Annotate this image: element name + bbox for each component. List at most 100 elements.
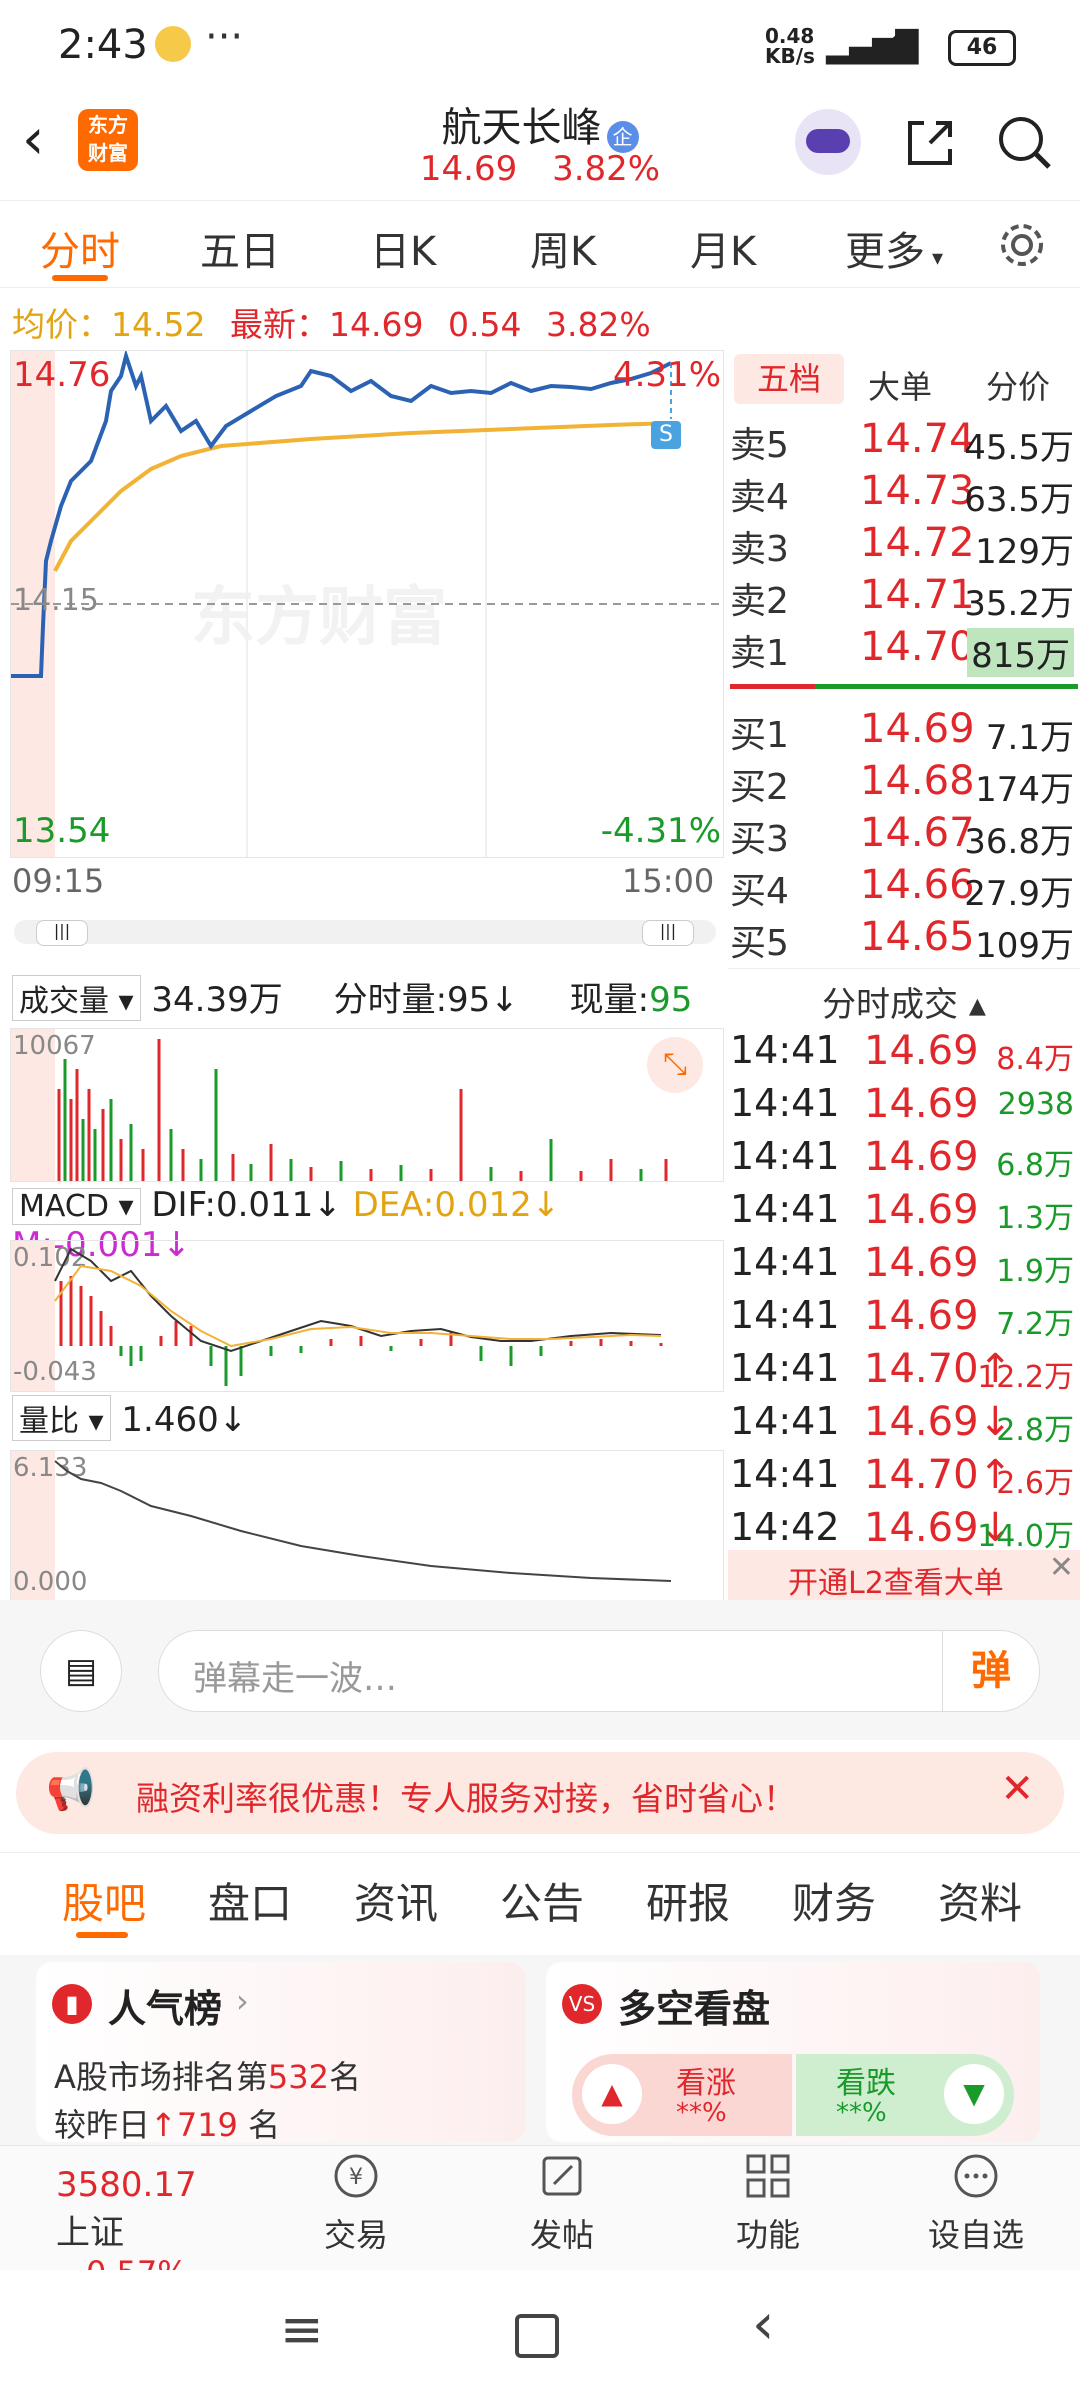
grid-icon: [746, 2154, 790, 2198]
macd-dif: DIF:0.011: [151, 1185, 314, 1225]
assistant-avatar[interactable]: [795, 109, 861, 175]
danmu-settings-icon[interactable]: ▤: [40, 1630, 122, 1712]
tick-row: 14:41 14.70↑ 12.2万: [730, 1346, 1074, 1395]
macd-header: MACD ▾ DIF:0.011↓ DEA:0.012↓ M:-0.001↓: [12, 1185, 561, 1265]
tab-active-indicator: [52, 275, 108, 281]
ratio-chart[interactable]: 6.133 0.000: [10, 1450, 724, 1602]
promo-close-icon[interactable]: ✕: [1000, 1766, 1034, 1812]
svg-text:¥: ¥: [349, 2165, 363, 2190]
bullish-button[interactable]: ▲ 看涨 **%: [572, 2054, 792, 2136]
tab-news[interactable]: 资讯: [354, 1870, 438, 1931]
index-name: 上证: [56, 2213, 124, 2253]
macd-chart[interactable]: 0.102 -0.043: [10, 1240, 724, 1392]
buy-level-5[interactable]: 买5 14.65 109万: [730, 914, 1080, 966]
tab-five-levels[interactable]: 五档: [734, 354, 844, 404]
net-speed: 0.48 KB/s: [765, 24, 815, 68]
ratio-value: 1.460: [121, 1400, 219, 1440]
range-handle-right[interactable]: |||: [642, 920, 694, 946]
share-icon[interactable]: [900, 113, 960, 173]
avg-price: 14.52: [111, 305, 206, 344]
trade-icon: ¥: [334, 2154, 378, 2198]
tab-research[interactable]: 研报: [646, 1870, 730, 1931]
tick-row: 14:41 14.69↓ 2.8万: [730, 1399, 1074, 1448]
settings-icon[interactable]: [996, 219, 1048, 271]
intraday-price-chart[interactable]: 东方财富 S 14.76 4.31% 14.15 13.54 -4.31%: [10, 350, 724, 858]
tick-row: 14:41 14.69 2938: [730, 1081, 1074, 1127]
tab-five-day[interactable]: 五日: [200, 219, 280, 277]
buy-level-1[interactable]: 买1 14.69 7.1万: [730, 706, 1080, 758]
menu-icon[interactable]: ≡: [280, 2300, 324, 2360]
ticks-title[interactable]: 分时成交 ▴: [728, 969, 1080, 1026]
price-info-line: 均价：14.52 最新：14.69 0.54 3.82%: [12, 305, 651, 344]
orderbook-tabs: 五档 大单 分价: [728, 350, 1080, 410]
tab-finance[interactable]: 财务: [792, 1870, 876, 1931]
macd-dea: DEA:0.012: [352, 1185, 532, 1225]
home-icon[interactable]: [515, 2314, 559, 2358]
range-slider[interactable]: ||| |||: [14, 920, 716, 946]
latest-change: 0.54: [447, 305, 522, 344]
buy-level-2[interactable]: 买2 14.68 174万: [730, 758, 1080, 810]
sell-level-5[interactable]: 卖5 14.74 45.5万: [730, 416, 1080, 468]
status-time: 2:43: [58, 22, 148, 68]
price-line: [11, 351, 672, 678]
tab-profile[interactable]: 资料: [938, 1870, 1022, 1931]
tab-big-orders[interactable]: 大单: [868, 362, 932, 408]
tab-price-distribution[interactable]: 分价: [986, 362, 1050, 408]
macd-indicator-select[interactable]: MACD ▾: [12, 1188, 141, 1225]
sell-level-4[interactable]: 卖4 14.73 63.5万: [730, 468, 1080, 520]
longshort-title: 多空看盘: [618, 1987, 771, 2031]
range-handle-left[interactable]: |||: [36, 920, 88, 946]
time-end: 15:00: [622, 862, 715, 900]
volume-total: 34.39万: [151, 980, 283, 1020]
ratio-indicator-select[interactable]: 量比 ▾: [12, 1395, 111, 1441]
tick-row: 14:41 14.69 1.3万: [730, 1187, 1074, 1236]
nav-functions[interactable]: 功能: [698, 2150, 838, 2256]
tab-pankou[interactable]: 盘口: [208, 1870, 292, 1931]
danmu-input[interactable]: 弹幕走一波… 弹: [158, 1630, 1040, 1712]
index-value: 3580.17: [56, 2165, 197, 2205]
system-back-icon[interactable]: ‹: [752, 2292, 774, 2357]
macd-lines: [54, 1247, 663, 1386]
tab-guba[interactable]: 股吧: [62, 1870, 146, 1931]
nav-trade[interactable]: ¥ 交易: [286, 2150, 426, 2256]
y-axis-high-pct: 4.31%: [612, 355, 721, 395]
battery-icon: 46: [948, 30, 1016, 66]
sell-level-3[interactable]: 卖3 14.72 129万: [730, 520, 1080, 572]
volume-chart[interactable]: 10067 ⤡: [10, 1028, 724, 1182]
sell-level-2[interactable]: 卖2 14.71 35.2万: [730, 572, 1080, 624]
current-volume: 95: [649, 980, 693, 1020]
popularity-card[interactable]: ▮ 人气榜 › A股市场排名第532名 较昨日↑719 名: [36, 1962, 526, 2144]
search-icon[interactable]: [995, 113, 1055, 173]
promo-banner[interactable]: 📢 融资利率很优惠！专人服务对接，省时省心！ ✕: [16, 1752, 1064, 1834]
nav-post[interactable]: 发帖: [492, 2150, 632, 2256]
triangle-up-icon: ▲: [582, 2064, 642, 2124]
tab-weekly-k[interactable]: 周K: [530, 219, 596, 277]
tab-monthly-k[interactable]: 月K: [690, 219, 756, 277]
sell-signal-marker[interactable]: S: [651, 421, 681, 449]
volume-indicator-select[interactable]: 成交量 ▾: [12, 975, 141, 1021]
close-icon[interactable]: ✕: [1049, 1550, 1074, 1585]
tick-row: 14:41 14.69 6.8万: [730, 1134, 1074, 1183]
tab-intraday[interactable]: 分时: [40, 219, 120, 277]
bearish-button[interactable]: 看跌 **% ▼: [796, 2054, 1014, 2136]
tab-announcement[interactable]: 公告: [500, 1870, 584, 1931]
buy-level-4[interactable]: 买4 14.66 27.9万: [730, 862, 1080, 914]
l2-banner[interactable]: 开通L2查看大单 ✕: [728, 1550, 1080, 1601]
latest-price: 14.69: [328, 305, 424, 344]
time-start: 09:15: [12, 862, 105, 900]
more-dots-icon: [954, 2154, 998, 2198]
tab-daily-k[interactable]: 日K: [370, 219, 436, 277]
volume-header: 成交量 ▾ 34.39万 分时量:95↓ 现量:95: [12, 972, 720, 1022]
promo-text: 融资利率很优惠！专人服务对接，省时省心！: [136, 1779, 796, 1818]
tab-more[interactable]: 更多 ▾: [845, 219, 943, 277]
price-chart-svg: [11, 351, 723, 857]
danmu-send-button[interactable]: 弹: [942, 1631, 1039, 1711]
buy-level-3[interactable]: 买3 14.67 36.8万: [730, 810, 1080, 862]
sell-level-1[interactable]: 卖1 14.70 815万: [730, 624, 1080, 677]
expand-icon[interactable]: ⤡: [647, 1037, 703, 1093]
popularity-title: 人气榜: [108, 1987, 223, 2031]
longshort-card[interactable]: VS 多空看盘 ▲ 看涨 **% 看跌 **% ▼: [546, 1962, 1040, 2142]
nav-add-watchlist[interactable]: 设自选: [906, 2150, 1046, 2256]
tick-row: 14:41 14.70↑ 2.6万: [730, 1452, 1074, 1501]
header-change-pct: 3.82%: [552, 149, 661, 189]
